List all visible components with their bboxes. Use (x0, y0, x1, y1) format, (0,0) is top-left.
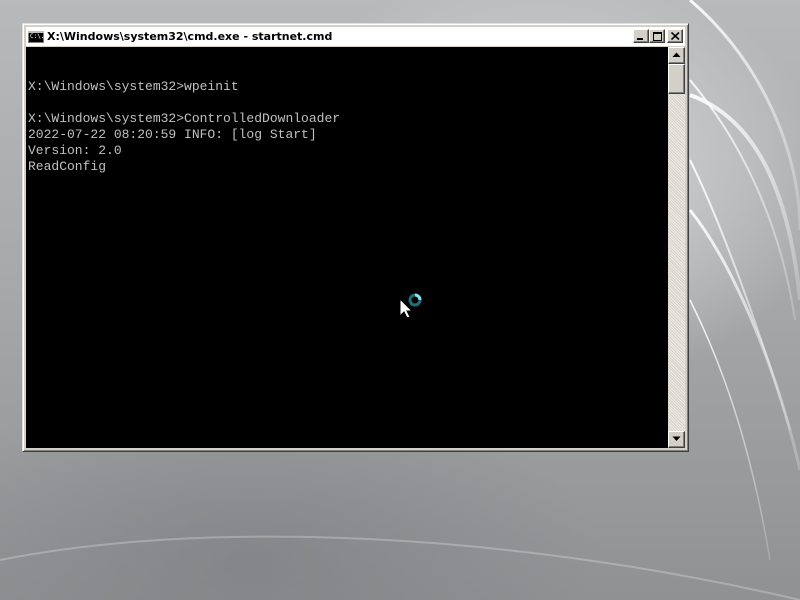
window-title: X:\Windows\system32\cmd.exe - startnet.c… (47, 30, 333, 43)
console-app-icon[interactable]: C:\. (28, 30, 44, 43)
console-line: ReadConfig (28, 159, 107, 174)
console-line: X:\Windows\system32>wpeinit (28, 79, 239, 94)
busy-pointer-icon (399, 293, 422, 317)
scroll-down-button[interactable] (668, 431, 685, 448)
console-text: X:\Windows\system32>wpeinit X:\Windows\sy… (28, 63, 340, 175)
scroll-thumb[interactable] (668, 64, 685, 94)
console-line: 2022-07-22 08:20:59 INFO: [log Start] (28, 127, 317, 142)
minimize-button[interactable] (633, 29, 649, 43)
vertical-scrollbar[interactable] (668, 47, 685, 448)
close-button[interactable] (667, 29, 683, 43)
close-icon (671, 32, 680, 40)
maximize-button[interactable] (649, 29, 665, 43)
scroll-up-button[interactable] (668, 47, 685, 64)
console-line: Version: 2.0 (28, 143, 122, 158)
console-line: X:\Windows\system32>ControlledDownloader (28, 111, 341, 126)
cmd-window[interactable]: C:\. X:\Windows\system32\cmd.exe - start… (22, 23, 689, 452)
arrow-up-icon (672, 52, 681, 57)
console-output[interactable]: X:\Windows\system32>wpeinit X:\Windows\sy… (26, 47, 669, 448)
arrow-down-icon (672, 436, 681, 441)
title-bar[interactable]: C:\. X:\Windows\system32\cmd.exe - start… (26, 27, 685, 46)
